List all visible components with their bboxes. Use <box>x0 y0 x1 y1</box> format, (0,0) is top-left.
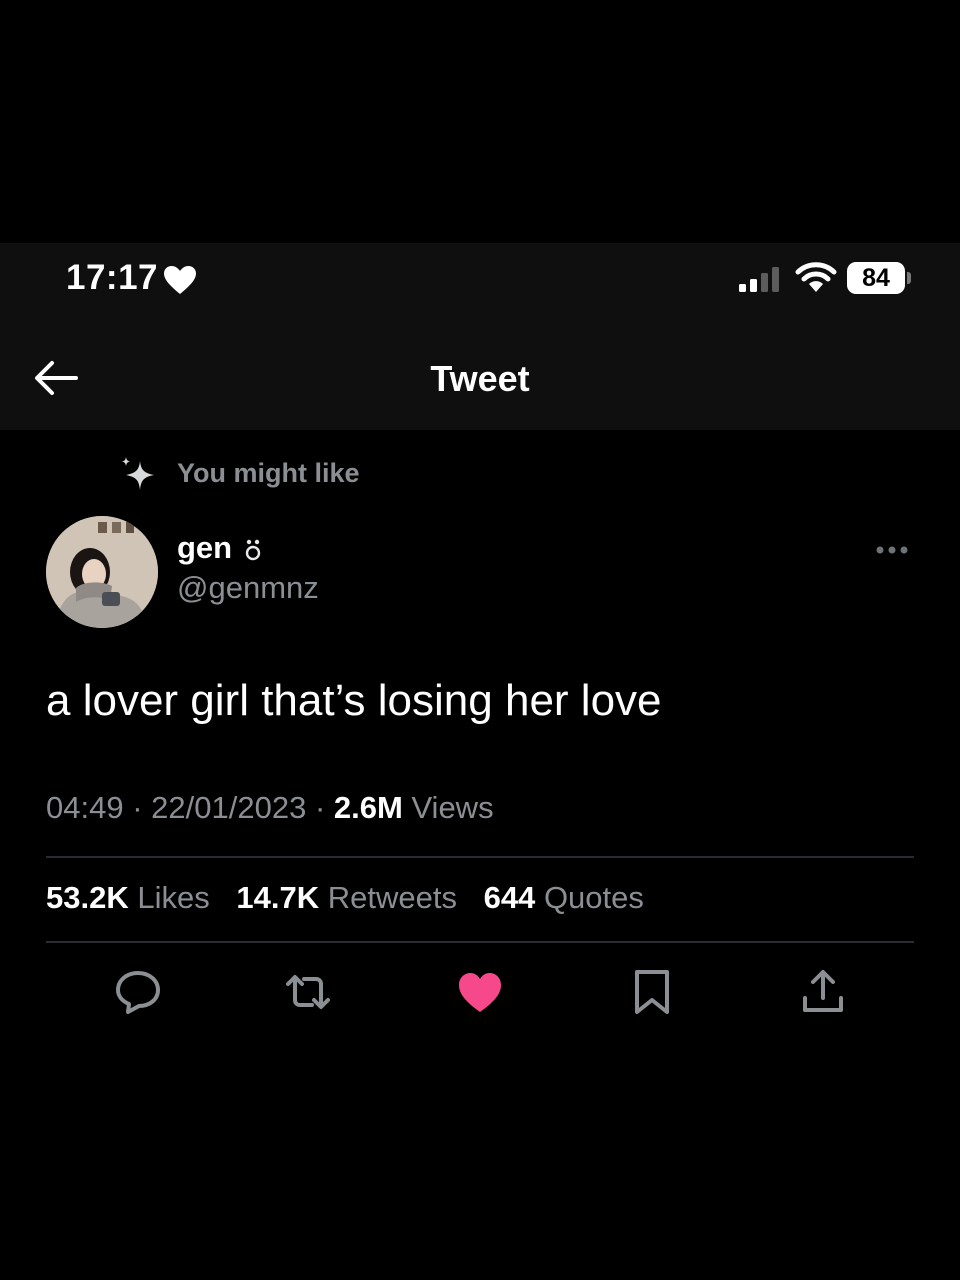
retweets-stat[interactable]: 14.7K Retweets <box>236 880 457 915</box>
more-options-icon[interactable] <box>872 538 912 562</box>
author-name[interactable]: gen <box>177 530 232 566</box>
likes-stat[interactable]: 53.2K Likes <box>46 880 210 915</box>
retweets-label: Retweets <box>327 880 457 915</box>
like-icon[interactable] <box>456 968 504 1016</box>
views-label: Views <box>411 790 494 825</box>
retweets-count: 14.7K <box>236 880 320 915</box>
bow-emoji-icon <box>245 539 261 561</box>
author-handle[interactable]: @genmnz <box>177 570 319 606</box>
views-count: 2.6M <box>333 790 403 825</box>
sparkle-icon <box>122 457 154 490</box>
meta-separator: · <box>314 790 326 825</box>
page-title: Tweet <box>430 358 530 399</box>
suggestion-label: You might like <box>177 458 360 488</box>
divider <box>46 941 914 943</box>
arrow-left-icon[interactable] <box>32 358 80 398</box>
tweet-text: a lover girl that’s losing her love <box>46 676 662 725</box>
reply-icon[interactable] <box>114 968 162 1016</box>
tweet-meta: 04:49 · 22/01/2023 · 2.6M Views <box>46 790 494 826</box>
avatar[interactable] <box>46 516 158 628</box>
avatar-image <box>46 516 158 628</box>
bookmark-icon[interactable] <box>628 968 676 1016</box>
quotes-stat[interactable]: 644 Quotes <box>484 880 644 915</box>
tweet-stats: 53.2K Likes 14.7K Retweets 644 Quotes <box>46 880 644 916</box>
tweet-time: 04:49 <box>46 790 124 825</box>
divider <box>46 856 914 858</box>
likes-count: 53.2K <box>46 880 129 915</box>
battery-nub <box>907 272 911 284</box>
retweet-icon[interactable] <box>284 968 332 1016</box>
quotes-label: Quotes <box>543 880 644 915</box>
status-time: 17:17 <box>66 258 159 297</box>
likes-label: Likes <box>137 880 210 915</box>
tweet-date: 22/01/2023 <box>151 790 307 825</box>
battery-indicator: 84 <box>847 262 905 294</box>
wifi-icon <box>795 262 837 292</box>
heart-icon <box>164 266 196 294</box>
signal-icon <box>739 267 779 292</box>
meta-separator: · <box>132 790 143 825</box>
share-icon[interactable] <box>799 968 847 1016</box>
quotes-count: 644 <box>483 880 536 915</box>
